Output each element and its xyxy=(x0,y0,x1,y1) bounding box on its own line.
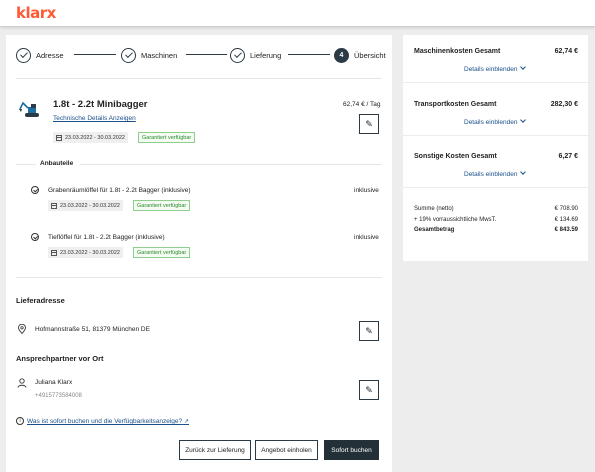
divider xyxy=(403,82,588,83)
delivery-address: Hofmannstraße 51, 81379 München DE xyxy=(35,326,150,333)
edit-address-button[interactable]: ✎ xyxy=(359,321,379,341)
summary-amount: 62,74 € xyxy=(554,48,578,55)
request-quote-button[interactable]: Angebot einholen xyxy=(255,440,318,460)
total-amount: € 708.90 xyxy=(554,206,578,212)
summary-label: Maschinenkosten Gesamt xyxy=(414,48,501,55)
show-details-link[interactable]: Details einblenden xyxy=(464,117,527,126)
step-number: 4 xyxy=(334,47,349,63)
check-icon xyxy=(121,47,136,63)
top-bar: klarx xyxy=(0,0,595,27)
step-adresse[interactable]: Adresse xyxy=(16,46,64,64)
machine-price: 62,74 € / Tag xyxy=(343,101,381,108)
booking-info-link-text: Was ist sofort buchen und die Verfügbark… xyxy=(27,418,183,425)
calendar-icon xyxy=(56,134,62,141)
check-circle-icon xyxy=(31,186,39,194)
chevron-down-icon xyxy=(520,64,527,70)
cost-summary-card: Maschinenkosten Gesamt 62,74 € Details e… xyxy=(403,35,588,261)
step-label: Übersicht xyxy=(354,50,386,60)
contact-phone: +4915773584008 xyxy=(35,393,82,399)
chevron-down-icon xyxy=(520,117,527,123)
date-range-text: 23.03.2022 - 30.03.2022 xyxy=(60,202,120,209)
date-range-text: 23.03.2022 - 30.03.2022 xyxy=(65,134,125,141)
total-label: Summe (netto) xyxy=(414,206,454,212)
grand-total-label: Gesamtbetrag xyxy=(414,227,455,233)
contact-heading: Ansprechpartner vor Ort xyxy=(16,354,104,363)
step-label: Maschinen xyxy=(141,50,178,60)
total-amount: € 134.69 xyxy=(554,217,578,223)
pencil-icon: ✎ xyxy=(365,325,373,336)
book-now-button[interactable]: Sofort buchen xyxy=(324,440,379,460)
technical-details-link[interactable]: Technische Details Anzeigen xyxy=(53,115,136,122)
klarx-logo[interactable]: klarx xyxy=(16,4,56,22)
attachments-heading: Anbauteile xyxy=(40,160,74,167)
edit-machine-button[interactable]: ✎ xyxy=(359,114,379,134)
divider xyxy=(16,164,36,165)
divider xyxy=(16,277,382,278)
delivery-heading: Lieferadresse xyxy=(16,296,65,305)
step-connector xyxy=(288,54,330,55)
show-details-link[interactable]: Details einblenden xyxy=(464,169,527,178)
show-details-text: Details einblenden xyxy=(464,171,518,178)
chevron-down-icon xyxy=(520,169,527,175)
step-maschinen[interactable]: Maschinen xyxy=(121,46,177,64)
step-connector xyxy=(74,54,116,55)
external-link-icon: ↗ xyxy=(183,419,189,425)
total-label: + 19% vorraussichtliche MwsT. xyxy=(414,217,497,223)
divider xyxy=(80,164,382,165)
step-label: Adresse xyxy=(36,50,64,60)
summary-amount: 282,30 € xyxy=(550,101,578,108)
availability-badge: Garantiert verfügbar xyxy=(133,247,191,258)
attachment-date-range: 23.03.2022 - 30.03.2022 xyxy=(48,200,123,211)
back-to-delivery-button[interactable]: Zurück zur Lieferung xyxy=(179,440,251,460)
summary-label: Sonstige Kosten Gesamt xyxy=(414,153,497,160)
attachment-price: inklusive xyxy=(354,187,379,194)
info-icon: i xyxy=(16,417,24,425)
show-details-link[interactable]: Details einblenden xyxy=(464,64,527,73)
check-icon xyxy=(16,47,31,63)
availability-badge: Garantiert verfügbar xyxy=(138,132,196,143)
step-uebersicht: 4 Übersicht xyxy=(334,46,386,64)
divider xyxy=(403,135,588,136)
check-circle-icon xyxy=(31,233,39,241)
show-details-text: Details einblenden xyxy=(464,119,518,126)
attachment-date-range: 23.03.2022 - 30.03.2022 xyxy=(48,247,123,258)
summary-amount: 6,27 € xyxy=(558,153,578,160)
calendar-icon xyxy=(51,249,57,256)
grand-total-amount: € 843.59 xyxy=(554,227,578,233)
pencil-icon: ✎ xyxy=(365,118,373,129)
step-lieferung[interactable]: Lieferung xyxy=(230,46,281,64)
person-icon xyxy=(17,378,27,388)
attachment-name: Grabenräumlöffel für 1.8t - 2.2t Bagger … xyxy=(48,187,191,194)
location-pin-icon xyxy=(18,324,26,334)
availability-badge: Garantiert verfügbar xyxy=(133,200,191,211)
attachment-price: inklusive xyxy=(354,234,379,241)
show-details-text: Details einblenden xyxy=(464,66,518,73)
booking-info-link[interactable]: Was ist sofort buchen und die Verfügbark… xyxy=(27,418,189,425)
summary-label: Transportkosten Gesamt xyxy=(414,101,497,108)
calendar-icon xyxy=(51,202,57,209)
divider xyxy=(403,187,588,188)
machine-title: 1.8t - 2.2t Minibagger xyxy=(53,99,148,110)
attachment-name: Tieflöffel für 1.8t - 2.2t Bagger (inklu… xyxy=(48,234,165,241)
checkout-stepper: Adresse Maschinen Lieferung 4 Übersicht xyxy=(16,46,386,64)
machine-date-range: 23.03.2022 - 30.03.2022 xyxy=(53,132,128,143)
date-range-text: 23.03.2022 - 30.03.2022 xyxy=(60,249,120,256)
step-label: Lieferung xyxy=(250,50,282,60)
step-connector xyxy=(186,54,227,55)
divider xyxy=(16,78,382,79)
pencil-icon: ✎ xyxy=(365,384,373,395)
contact-name: Juliana Klarx xyxy=(35,379,73,386)
edit-contact-button[interactable]: ✎ xyxy=(359,380,379,400)
excavator-icon xyxy=(19,101,39,117)
check-icon xyxy=(230,47,245,63)
order-overview-card: Adresse Maschinen Lieferung 4 Übersicht … xyxy=(6,35,392,472)
